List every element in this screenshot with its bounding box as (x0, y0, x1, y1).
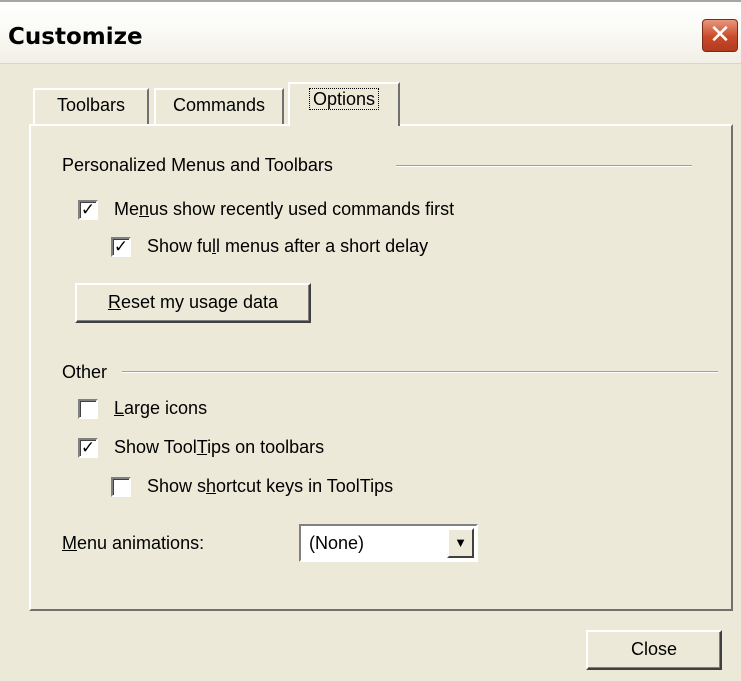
window-title: Customize (8, 24, 143, 50)
title-bar: Customize ✕ (0, 0, 741, 64)
chevron-down-icon[interactable]: ▼ (447, 528, 474, 558)
tab-toolbars[interactable]: Toolbars (33, 88, 149, 124)
group-personalized-title: Personalized Menus and Toolbars (62, 155, 333, 175)
menu-animations-label: Menu animations: (62, 533, 205, 553)
tooltips-checkbox[interactable]: ✓ (78, 438, 98, 458)
group-divider (122, 371, 718, 373)
group-divider (396, 165, 692, 167)
group-other-title: Other (62, 362, 108, 382)
tab-label: Toolbars (56, 95, 126, 115)
tooltips-label: Show ToolTips on toolbars (114, 437, 325, 457)
menus-recent-checkbox[interactable]: ✓ (78, 200, 98, 220)
tab-label: Commands (172, 95, 266, 115)
menus-recent-label: Menus show recently used commands first (114, 199, 455, 219)
dropdown-value: (None) (309, 533, 365, 553)
menu-animations-dropdown[interactable]: (None) ▼ (299, 524, 478, 562)
tab-options[interactable]: Options (288, 82, 400, 126)
tab-label: Options (308, 88, 380, 110)
full-menus-checkbox[interactable]: ✓ (111, 237, 131, 257)
full-menus-label: Show full menus after a short delay (147, 236, 429, 256)
close-button[interactable]: Close (586, 630, 722, 670)
large-icons-label: Large icons (114, 398, 208, 418)
large-icons-checkbox[interactable] (78, 399, 98, 419)
tab-commands[interactable]: Commands (154, 88, 284, 124)
shortcut-keys-checkbox[interactable] (111, 477, 131, 497)
close-icon[interactable]: ✕ (702, 19, 738, 52)
shortcut-keys-label: Show shortcut keys in ToolTips (147, 476, 394, 496)
reset-usage-data-button[interactable]: Reset my usage data (75, 283, 311, 323)
